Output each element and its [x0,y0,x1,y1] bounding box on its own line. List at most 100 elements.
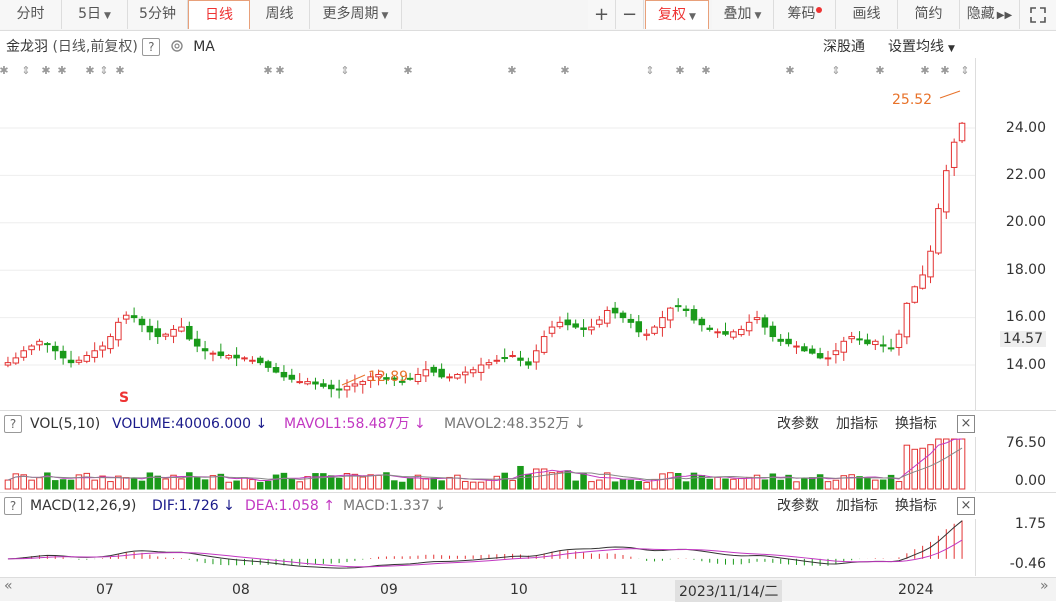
tab-more-periods[interactable]: 更多周期 ▼ [310,0,402,29]
volume-bar [430,477,438,490]
y-tick-16: 16.00 [1005,309,1046,325]
candle-body [493,359,501,362]
tab-daily[interactable]: 日线 [188,0,250,29]
macd-panel-header: ? MACD(12,26,9) DIF:1.726 ↓ DEA:1.058 ↑ … [0,492,1056,519]
volume-bar [958,438,966,490]
volume-bar [296,481,303,490]
candle-body [28,345,35,351]
candle-body [619,312,627,319]
volume-bar [138,480,146,490]
volume-bar [414,474,422,490]
candle-body [83,355,91,362]
volume-bar [738,477,745,490]
volume-bar [730,478,737,490]
tab-weekly[interactable]: 周线 [250,0,310,29]
candle-body [193,338,201,347]
volume-bar [864,477,871,490]
candle-body [832,350,840,356]
candle-body [59,350,67,359]
gear-icon[interactable] [169,38,185,54]
candle-body [580,327,587,330]
adjust-button[interactable]: 复权 ▼ [645,0,709,29]
volume-bar [201,479,209,490]
expand-button[interactable] [1020,0,1056,29]
volume-bar [769,473,777,490]
tab-5min[interactable]: 5分钟 [128,0,188,29]
chevron-down-icon: ▼ [689,12,696,22]
candle-body [122,314,130,320]
volume-bar [154,475,162,490]
help-icon[interactable]: ? [4,497,22,515]
volume-bar [943,438,950,490]
volume-bar [903,444,911,490]
ma-settings-link[interactable]: 设置均线 ▼ [888,36,955,56]
volume-bar [808,477,816,490]
event-marker-icon: ✱ [940,64,949,77]
chips-button[interactable]: 筹码 [774,0,836,29]
candle-body [75,359,83,363]
candle-body [4,362,12,366]
help-icon[interactable]: ? [142,38,161,56]
hide-button[interactable]: 隐藏 ▶▶ [960,0,1020,29]
candle-body [115,321,122,341]
scroll-right-icon[interactable]: » [1040,578,1049,594]
zoom-out-button[interactable]: − [616,0,644,29]
volume-bar [28,479,35,490]
candle-body [485,362,493,366]
edit-params-button[interactable]: 改参数 [777,493,819,519]
event-marker-icon: ✱ [675,64,684,77]
candle-body [588,326,595,331]
volume-bar [359,476,367,490]
volume-bar [398,481,406,490]
x-tick-08: 08 [232,582,250,598]
tab-5day[interactable]: 5日 ▼ [62,0,128,29]
help-icon[interactable]: ? [4,415,22,433]
candle-body [722,331,729,335]
x-tick-2024: 2024 [898,582,934,598]
zoom-in-button[interactable]: + [588,0,616,29]
macd-chart[interactable] [0,519,976,576]
volume-bar [682,481,690,490]
add-indicator-button[interactable]: 加指标 [836,411,878,437]
candle-body [154,328,162,338]
candle-body [241,357,248,360]
edit-params-button[interactable]: 改参数 [777,411,819,437]
candle-body [343,385,351,391]
volume-bar [832,479,840,490]
scroll-left-icon[interactable]: « [4,578,13,594]
candle-body [745,321,753,332]
volume-chart[interactable] [0,437,976,491]
volume-bar [935,438,942,490]
candle-body [714,331,721,334]
candle-body [414,373,422,382]
switch-indicator-button[interactable]: 换指标 [895,493,937,519]
candle-body [856,338,863,341]
event-marker-icon: ✱ [85,64,94,77]
candle-body [272,367,280,373]
close-icon[interactable]: × [957,497,975,515]
close-icon[interactable]: × [957,415,975,433]
candle-body [667,307,674,321]
candle-body [801,346,808,352]
candle-body [596,319,603,325]
simple-button[interactable]: 简约 [898,0,960,29]
candle-body [99,345,106,351]
candle-body [659,317,666,329]
candle-body [548,326,556,334]
switch-indicator-button[interactable]: 换指标 [895,411,937,437]
volume-bar [635,481,643,490]
candlestick-chart[interactable]: ✱ ⇕ ✱ ✱ ✱ ⇕ ✱ ✱ ✱ ⇕ ✱ ✱ ✱ ⇕ ✱ ✱ ✱ ⇕ ✱ ✱ ✱ ⇕ [0,58,976,410]
hk-connect-link[interactable]: 深股通 [823,36,865,56]
candle-body [138,318,146,326]
x-axis-bar[interactable]: « 07 08 09 10 11 2023/11/14/二 2024 » [0,577,1056,602]
tab-intraday[interactable]: 分时 [0,0,62,29]
candle-body [422,369,430,377]
ma-label[interactable]: MA [193,39,215,55]
draw-button[interactable]: 画线 [836,0,898,29]
overlay-button[interactable]: 叠加 ▼ [712,0,774,29]
volume-bar [312,473,319,490]
candle-body [769,325,777,338]
volume-bar [659,473,666,490]
candle-body [848,336,855,340]
add-indicator-button[interactable]: 加指标 [836,493,878,519]
